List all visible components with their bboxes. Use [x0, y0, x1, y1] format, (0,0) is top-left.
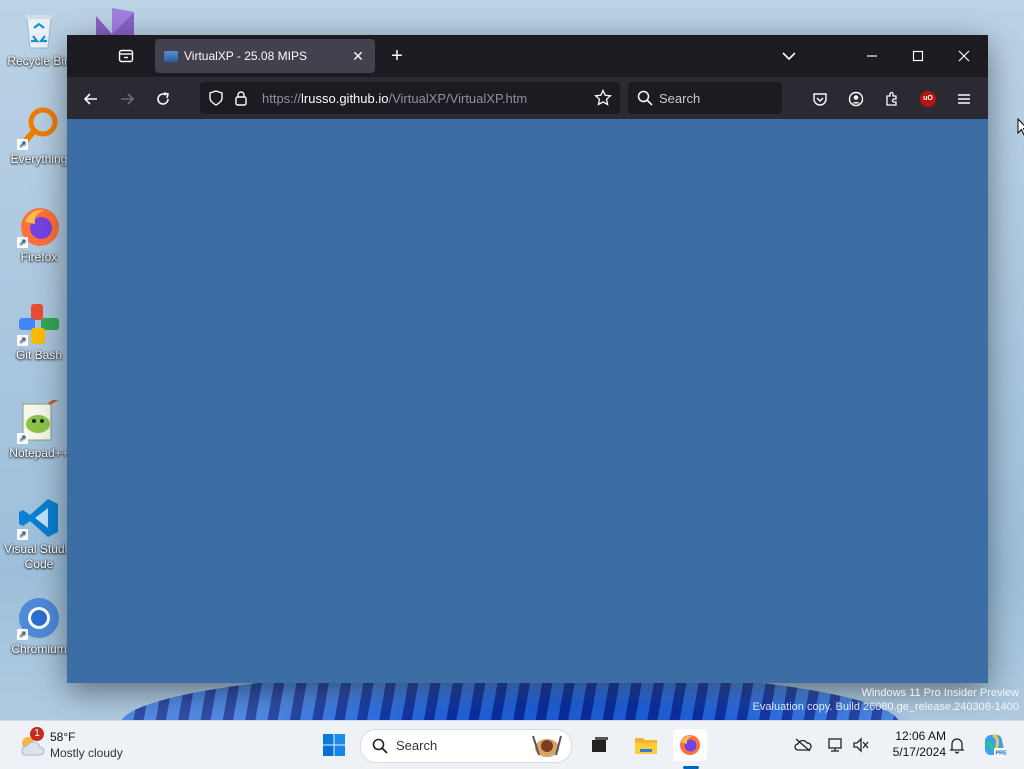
volume-tray-button[interactable] — [846, 729, 876, 761]
virtualxp-favicon-icon — [164, 50, 178, 62]
shortcut-arrow-icon: ↗ — [17, 433, 28, 444]
notifications-button[interactable] — [942, 729, 972, 761]
visual-studio-icon[interactable] — [92, 6, 138, 36]
file-explorer-taskbar-button[interactable] — [629, 729, 663, 761]
watermark-line-1: Windows 11 Pro Insider Preview — [861, 687, 1019, 699]
extensions-button[interactable] — [878, 85, 906, 113]
copilot-button[interactable]: PRE — [977, 729, 1011, 761]
firefox-taskbar-button[interactable] — [673, 729, 707, 761]
everything-search-icon: ↗ — [17, 106, 61, 150]
reload-button[interactable] — [149, 85, 177, 113]
start-button[interactable] — [317, 729, 351, 761]
lock-icon[interactable] — [234, 90, 248, 111]
vscode-icon: ↗ — [17, 496, 61, 540]
page-content-area[interactable] — [67, 119, 988, 683]
search-highlight-icon — [529, 733, 565, 764]
system-clock[interactable]: 12:06 AM 5/17/2024 — [876, 728, 946, 760]
weather-temperature: 58°F — [50, 730, 76, 744]
folder-icon — [635, 738, 657, 754]
tracking-protection-shield-icon[interactable] — [208, 90, 224, 111]
cloud-offline-icon — [794, 738, 812, 752]
firefox-icon — [680, 735, 700, 755]
shortcut-arrow-icon: ↗ — [17, 629, 28, 640]
reload-icon — [157, 92, 169, 105]
weather-condition: Mostly cloudy — [50, 746, 123, 760]
windows-logo-icon — [323, 734, 345, 756]
watermark-line-2: Evaluation copy. Build 26080.ge_release.… — [752, 701, 1019, 713]
back-button[interactable] — [77, 85, 105, 113]
desktop-icon-label: Visual Studio Code — [4, 542, 74, 571]
account-icon — [848, 91, 864, 107]
url-scheme: https:// — [262, 91, 302, 106]
browser-window: VirtualXP - 25.08 MIPS ✕ + https://lruss… — [67, 35, 988, 683]
chevron-down-icon — [782, 52, 796, 61]
notification-badge: 1 — [30, 727, 44, 741]
web-search-box[interactable]: Search — [628, 82, 782, 114]
tab-bar: VirtualXP - 25.08 MIPS ✕ + — [67, 35, 988, 77]
search-icon — [637, 90, 653, 109]
app-menu-button[interactable] — [950, 85, 978, 113]
git-bash-icon: ↗ — [17, 302, 61, 346]
url-text[interactable]: https://lrusso.github.io/VirtualXP/Virtu… — [262, 91, 527, 106]
account-button[interactable] — [842, 85, 870, 113]
bookmark-star-button[interactable] — [594, 88, 612, 112]
star-icon — [594, 88, 612, 106]
task-view-icon — [592, 737, 608, 752]
maximize-icon — [912, 50, 924, 62]
shortcut-arrow-icon: ↗ — [17, 335, 28, 346]
puzzle-icon — [886, 91, 897, 106]
clock-time: 12:06 AM — [895, 729, 946, 743]
firefox-view-icon — [118, 49, 134, 63]
notepad-plus-plus-icon: ↗ — [17, 396, 61, 444]
speaker-muted-icon — [853, 737, 869, 753]
url-path: /VirtualXP/VirtualXP.htm — [388, 91, 528, 106]
arrow-right-icon — [121, 93, 135, 105]
clock-date: 5/17/2024 — [892, 745, 946, 759]
tab-close-button[interactable]: ✕ — [349, 47, 367, 65]
list-all-tabs-button[interactable] — [777, 47, 801, 65]
svg-text:PRE: PRE — [996, 751, 1008, 757]
recycle-bin-icon — [17, 8, 61, 52]
firefox-icon: ↗ — [17, 204, 61, 248]
search-placeholder: Search — [659, 91, 701, 106]
weather-widget[interactable]: 1 58°F Mostly cloudy — [16, 727, 136, 763]
taskbar-search-box[interactable]: Search — [360, 729, 572, 763]
chromium-icon: ↗ — [17, 596, 61, 640]
taskbar-search-placeholder: Search — [396, 738, 438, 753]
onedrive-tray-button[interactable] — [788, 729, 818, 761]
new-tab-button[interactable]: + — [385, 45, 409, 67]
minimize-icon — [867, 55, 877, 57]
url-host: lrusso.github.io — [301, 91, 389, 106]
tab-title: VirtualXP - 25.08 MIPS — [184, 49, 307, 63]
network-icon — [828, 738, 842, 752]
copilot-icon: PRE — [984, 733, 1008, 757]
pocket-icon — [813, 93, 827, 106]
bell-icon — [949, 738, 965, 754]
hamburger-menu-icon — [958, 94, 970, 104]
task-view-button[interactable] — [583, 729, 617, 761]
close-window-button[interactable] — [941, 35, 987, 77]
pocket-button[interactable] — [806, 85, 834, 113]
address-bar[interactable]: https://lrusso.github.io/VirtualXP/Virtu… — [200, 82, 620, 114]
forward-button[interactable] — [113, 85, 141, 113]
firefox-view-button[interactable] — [114, 45, 138, 67]
shortcut-arrow-icon: ↗ — [17, 529, 28, 540]
tab-virtualxp[interactable]: VirtualXP - 25.08 MIPS ✕ — [155, 39, 375, 73]
navigation-toolbar: https://lrusso.github.io/VirtualXP/Virtu… — [67, 77, 988, 119]
minimize-button[interactable] — [849, 35, 895, 77]
evaluation-watermark: Windows 11 Pro Insider Preview Evaluatio… — [753, 686, 1019, 714]
shortcut-arrow-icon: ↗ — [17, 139, 28, 150]
shortcut-arrow-icon: ↗ — [17, 237, 28, 248]
maximize-button[interactable] — [895, 35, 941, 77]
taskbar: 1 58°F Mostly cloudy Search 12:06 AM 5/1… — [0, 720, 1024, 769]
ublock-origin-button[interactable]: uO — [914, 85, 942, 113]
mouse-cursor-icon — [1017, 117, 1024, 141]
ublock-origin-icon: uO — [920, 91, 936, 107]
close-icon — [958, 50, 970, 62]
search-icon — [372, 738, 388, 759]
arrow-left-icon — [83, 93, 97, 105]
